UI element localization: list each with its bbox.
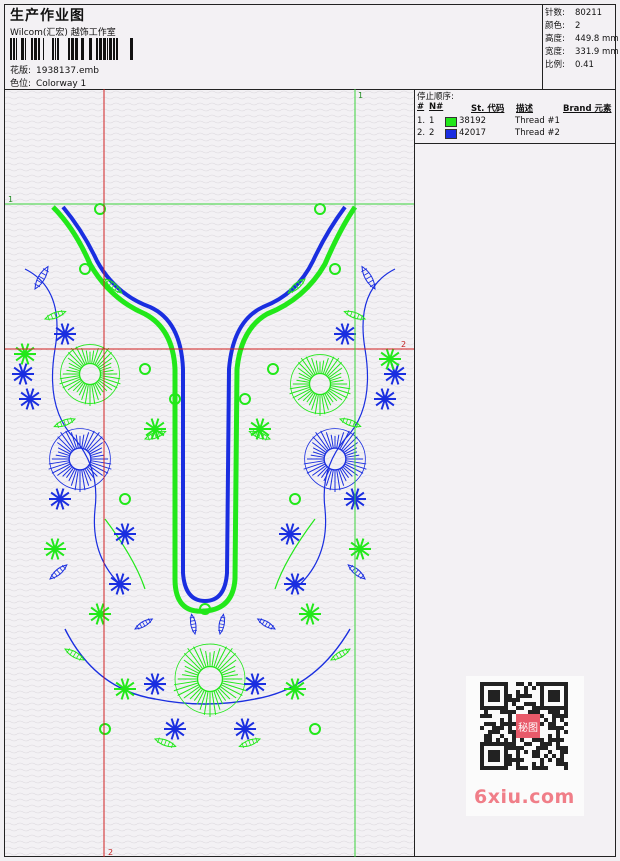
- table-row: 2. 2 42017 Thread #2: [417, 128, 560, 139]
- col-desc: 描述: [516, 104, 534, 114]
- design-file: 花版: 1938137.emb: [10, 63, 99, 76]
- guide-label: 1: [358, 91, 363, 100]
- page-title: 生产作业图: [10, 8, 85, 24]
- svg-text:秘图: 秘图: [518, 721, 538, 734]
- color-swatch: [445, 117, 457, 127]
- design-canvas: 1 1 2 2: [5, 89, 415, 857]
- color-swatch: [445, 129, 457, 139]
- col-code: St. 代码: [471, 104, 505, 114]
- header: 生产作业图 Wilcom(汇宏) 越饰工作室 花版: 1938137.emb 色位…: [5, 5, 619, 90]
- guide-label: 2: [108, 848, 113, 857]
- watermark-text: 6xiu.com: [474, 786, 575, 808]
- colorway: 色位: Colorway 1: [10, 76, 86, 89]
- design-label: 花版:: [10, 66, 32, 76]
- stop-sequence-title: 停止顺序:: [417, 92, 454, 102]
- stat-colors: 颜色: 2: [545, 21, 581, 31]
- colorway-value: Colorway 1: [36, 79, 87, 89]
- stat-height: 高度: 449.8 mm: [545, 34, 619, 44]
- stat-scale: 比例: 0.41: [545, 60, 594, 70]
- table-row: 1. 1 38192 Thread #1: [417, 116, 560, 127]
- col-brand: Brand 元素: [563, 104, 612, 114]
- guide-label: 2: [401, 340, 406, 349]
- colorway-label: 色位:: [10, 79, 32, 89]
- company-name: Wilcom(汇宏) 越饰工作室: [10, 28, 116, 38]
- qr-code: 秘图: [480, 682, 568, 770]
- embroidery-preview: 1 1 2 2: [5, 89, 414, 857]
- col-n: N#: [429, 102, 444, 112]
- stop-sequence-panel: 停止顺序: # N# St. 代码 描述 Brand 元素 1. 1 38192…: [415, 89, 615, 144]
- barcode: [10, 38, 133, 60]
- header-info: 生产作业图 Wilcom(汇宏) 越饰工作室 花版: 1938137.emb 色位…: [8, 5, 538, 89]
- guide-label: 1: [8, 195, 13, 204]
- design-value: 1938137.emb: [36, 66, 99, 76]
- stat-stitches: 针数: 80211: [545, 8, 603, 18]
- stat-width: 宽度: 331.9 mm: [545, 47, 619, 57]
- stats-box: 针数: 80211 颜色: 2 高度: 449.8 mm 宽度: 331.9 mm 比例…: [542, 5, 619, 89]
- col-num: #: [417, 102, 425, 112]
